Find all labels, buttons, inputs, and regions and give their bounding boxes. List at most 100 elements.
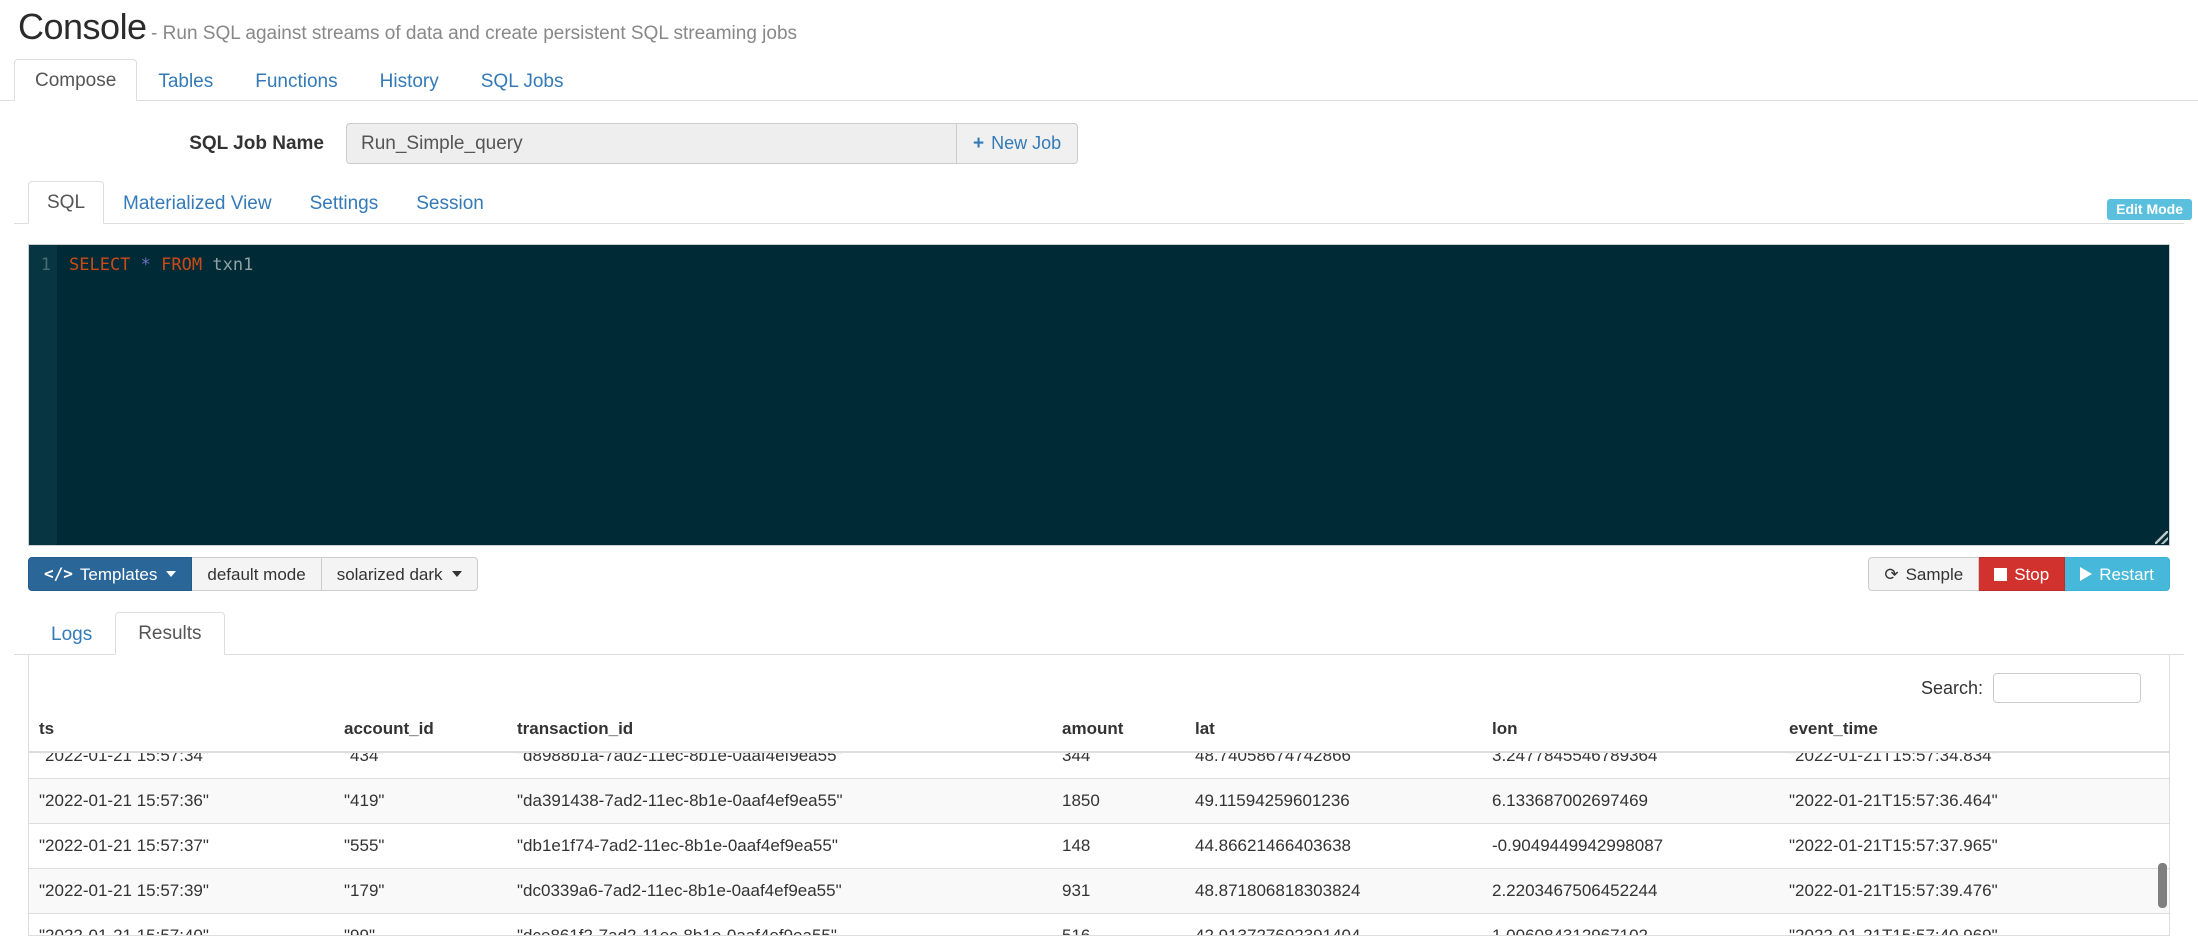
showing-entries-label: Showing 1 to 22 of 22 entries: [14, 936, 2184, 947]
theme-label: solarized dark: [336, 564, 443, 584]
tab-compose[interactable]: Compose: [14, 59, 138, 101]
token-from: FROM: [161, 255, 203, 275]
page-title: Console: [18, 6, 147, 47]
page-subtitle: - Run SQL against streams of data and cr…: [151, 23, 798, 44]
cell-amount: 516: [1052, 913, 1185, 935]
tab-settings[interactable]: Settings: [291, 182, 398, 224]
column-header-lon[interactable]: lon: [1482, 713, 1779, 753]
cell-amount: 931: [1052, 868, 1185, 914]
column-header-lat[interactable]: lat: [1185, 713, 1482, 753]
cell-ts: "2022-01-21 15:57:36": [29, 778, 334, 824]
tab-functions[interactable]: Functions: [234, 60, 358, 101]
cell-transaction-id: "d8988b1a-7ad2-11ec-8b1e-0aaf4ef9ea55": [507, 753, 1052, 779]
editor-right-buttons: ⟳ Sample Stop Restart: [1868, 557, 2170, 591]
results-tabs: Logs Results: [14, 611, 2184, 655]
refresh-icon: ⟳: [1884, 564, 1899, 584]
cell-amount: 148: [1052, 823, 1185, 869]
sql-code-editor[interactable]: 1 SELECT * FROM txn1: [28, 244, 2170, 546]
tab-logs[interactable]: Logs: [28, 613, 115, 655]
tab-sql[interactable]: SQL: [28, 181, 105, 224]
column-header-ts[interactable]: ts: [29, 713, 334, 753]
cell-account-id: "179": [334, 868, 507, 914]
edit-mode-badge: Edit Mode: [2107, 199, 2192, 220]
new-job-button[interactable]: + New Job: [956, 123, 1079, 164]
table-row[interactable]: "2022-01-21 15:57:37" "555" "db1e1f74-7a…: [29, 823, 2169, 869]
column-header-event-time[interactable]: event_time: [1779, 713, 2169, 753]
results-table-scroll-area[interactable]: "2022-01-21 15:57:34" "434" "d8988b1a-7a…: [29, 753, 2169, 935]
sample-button[interactable]: ⟳ Sample: [1868, 557, 1980, 591]
code-icon: </>: [44, 564, 73, 583]
editor-toolbar: </> Templates default mode solarized dar…: [28, 557, 2170, 591]
chevron-down-icon: [166, 571, 177, 577]
line-number: 1: [40, 255, 51, 275]
stop-button[interactable]: Stop: [1979, 557, 2066, 591]
job-name-label: SQL Job Name: [189, 132, 324, 154]
cell-account-id: "419": [334, 778, 507, 824]
mode-label: default mode: [207, 564, 306, 584]
play-icon: [2080, 567, 2093, 581]
token-star: *: [140, 255, 151, 275]
cell-lat: 49.11594259601236: [1185, 778, 1482, 824]
editor-left-buttons: </> Templates default mode solarized dar…: [28, 557, 478, 591]
cell-ts: "2022-01-21 15:57:34": [29, 753, 334, 779]
code-text: SELECT * FROM txn1: [57, 256, 253, 275]
job-name-row: SQL Job Name + New Job Edit Mode: [0, 101, 2198, 220]
tab-results[interactable]: Results: [115, 612, 225, 655]
column-header-account-id[interactable]: account_id: [334, 713, 507, 753]
cell-event-time: "2022-01-21T15:57:39.476": [1779, 868, 2169, 914]
restart-label: Restart: [2099, 564, 2154, 584]
table-row[interactable]: "2022-01-21 15:57:40" "99" "dce861f2-7ad…: [29, 913, 2169, 935]
tab-sql-jobs[interactable]: SQL Jobs: [460, 60, 585, 101]
restart-button[interactable]: Restart: [2065, 557, 2170, 591]
table-header-row: ts account_id transaction_id amount lat …: [29, 713, 2169, 753]
theme-dropdown-button[interactable]: solarized dark: [321, 557, 478, 591]
mode-button[interactable]: default mode: [192, 557, 322, 591]
cell-amount: 344: [1052, 753, 1185, 779]
cell-event-time: "2022-01-21T15:57:40.969": [1779, 913, 2169, 935]
cell-lon: -0.9049449942998087: [1482, 823, 1779, 869]
token-space-1: [130, 255, 140, 275]
tab-history[interactable]: History: [359, 60, 460, 101]
stop-label: Stop: [2014, 564, 2050, 584]
column-header-transaction-id[interactable]: transaction_id: [507, 713, 1052, 753]
cell-account-id: "99": [334, 913, 507, 935]
results-vertical-scrollbar[interactable]: [2158, 753, 2167, 935]
table-row[interactable]: "2022-01-21 15:57:36" "419" "da391438-7a…: [29, 778, 2169, 824]
cell-ts: "2022-01-21 15:57:39": [29, 868, 334, 914]
tab-tables[interactable]: Tables: [137, 60, 234, 101]
cell-amount: 1850: [1052, 778, 1185, 824]
search-label: Search:: [1920, 677, 1983, 698]
column-header-amount[interactable]: amount: [1052, 713, 1185, 753]
code-line-1: 1 SELECT * FROM txn1: [29, 255, 254, 275]
cell-transaction-id: "dc0339a6-7ad2-11ec-8b1e-0aaf4ef9ea55": [507, 868, 1052, 914]
results-table: ts account_id transaction_id amount lat …: [29, 713, 2169, 753]
editor-resize-handle[interactable]: [2155, 531, 2168, 544]
stop-square-icon: [1994, 567, 2008, 581]
search-row: Search:: [29, 655, 2169, 713]
cell-lon: 6.133687002697469: [1482, 778, 1779, 824]
new-job-label: New Job: [991, 133, 1062, 153]
cell-event-time: "2022-01-21T15:57:37.965": [1779, 823, 2169, 869]
main-nav-tabs: Compose Tables Functions History SQL Job…: [0, 58, 2198, 101]
plus-icon: +: [973, 133, 985, 154]
cell-lon: 3.2477845546789364: [1482, 753, 1779, 779]
search-input[interactable]: [1993, 673, 2141, 703]
tab-materialized-view[interactable]: Materialized View: [104, 182, 291, 224]
results-scrollbar-thumb[interactable]: [2158, 863, 2167, 908]
cell-transaction-id: "dce861f2-7ad2-11ec-8b1e-0aaf4ef9ea55": [507, 913, 1052, 935]
tab-session[interactable]: Session: [397, 182, 503, 224]
job-name-input[interactable]: [346, 123, 956, 164]
token-table: txn1: [212, 255, 254, 275]
table-row[interactable]: "2022-01-21 15:57:34" "434" "d8988b1a-7a…: [29, 753, 2169, 779]
templates-button[interactable]: </> Templates: [28, 557, 193, 591]
editor-gutter: [29, 245, 57, 545]
results-table-head: ts account_id transaction_id amount lat …: [29, 713, 2169, 753]
table-row[interactable]: "2022-01-21 15:57:39" "179" "dc0339a6-7a…: [29, 868, 2169, 914]
results-table-body-wrap: "2022-01-21 15:57:34" "434" "d8988b1a-7a…: [29, 753, 2169, 935]
token-select: SELECT: [69, 255, 131, 275]
token-space-2: [151, 255, 161, 275]
cell-lat: 42.913727692391404: [1185, 913, 1482, 935]
cell-lat: 44.86621466403638: [1185, 823, 1482, 869]
cell-lat: 48.871806818303824: [1185, 868, 1482, 914]
cell-ts: "2022-01-21 15:57:37": [29, 823, 334, 869]
